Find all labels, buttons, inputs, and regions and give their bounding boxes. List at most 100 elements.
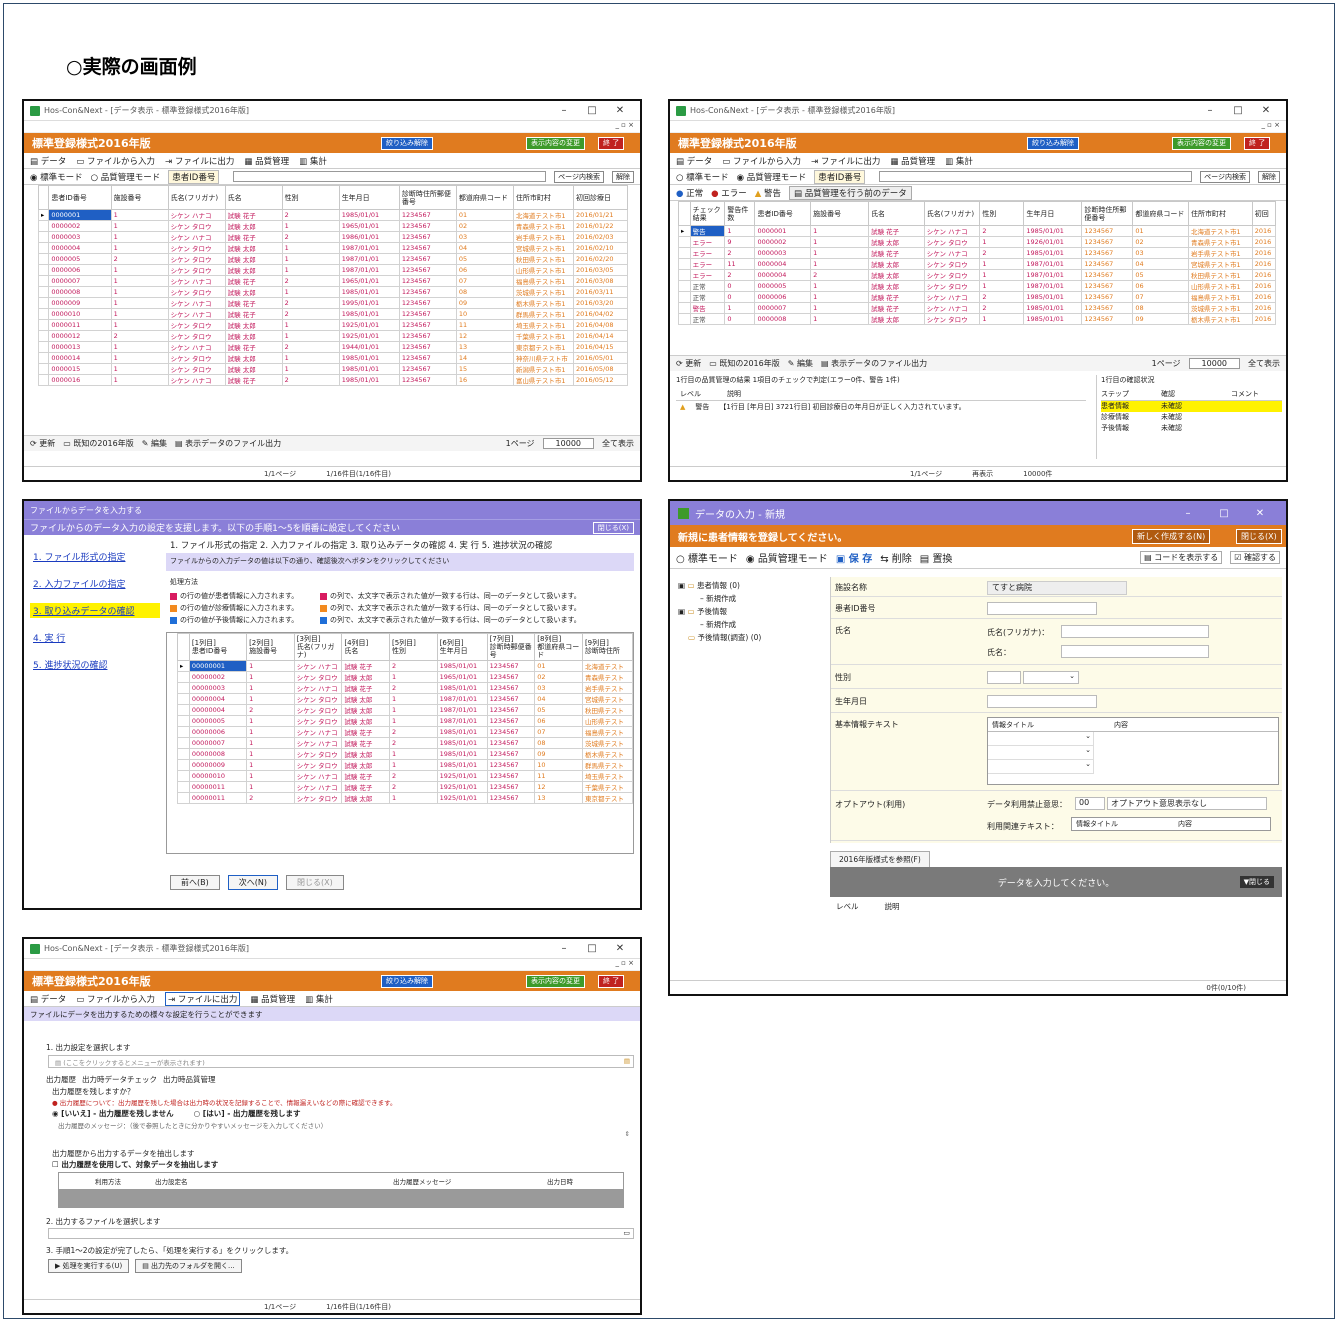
table-cell[interactable]: 1: [281, 363, 340, 375]
table-cell[interactable]: 2: [281, 275, 340, 287]
subtab-check[interactable]: 出力時データチェック: [82, 1074, 157, 1086]
table-row[interactable]: 0000005 2 シケン タロウ 試験 太郎 1 1987/01/01 1234567 05…: [37, 253, 628, 265]
column-header[interactable]: 性別: [979, 201, 1025, 226]
table-cell[interactable]: 1234567: [1081, 291, 1134, 303]
table-cell[interactable]: 0000016: [48, 374, 112, 386]
table-cell[interactable]: 0000002: [48, 220, 112, 232]
table-cell[interactable]: 0000009: [48, 297, 112, 309]
filter-error[interactable]: ● エラー: [711, 187, 747, 199]
minimize-icon[interactable]: –: [1170, 508, 1206, 519]
table-cell[interactable]: 0: [724, 291, 756, 303]
table-cell[interactable]: 00000001: [188, 660, 248, 672]
table-cell[interactable]: 1965/01/01: [338, 275, 400, 287]
column-header[interactable]: [7列目] 診断時郵便番号: [486, 633, 536, 661]
table-cell[interactable]: 2016/01/21: [573, 209, 628, 221]
table-cell[interactable]: 2: [281, 231, 340, 243]
table-row[interactable]: 0000014 1 シケン タロウ 試験 太郎 1 1985/01/01 1234567 14…: [37, 352, 628, 364]
table-cell[interactable]: 09: [455, 297, 514, 309]
table-cell[interactable]: 青森県テスト: [581, 671, 633, 683]
table-cell[interactable]: 01: [1132, 225, 1189, 237]
table-cell[interactable]: シケン タロウ: [293, 671, 343, 683]
table-cell[interactable]: 16: [455, 374, 514, 386]
standard-mode-radio[interactable]: ○ 標準モード: [676, 171, 729, 183]
table-cell[interactable]: 0000004: [754, 269, 812, 281]
table-cell[interactable]: 08: [1132, 302, 1189, 314]
filter-unchecked[interactable]: ▤ 品質管理を行う前のデータ: [789, 185, 912, 200]
table-cell[interactable]: シケン ハナコ: [293, 737, 343, 749]
table-cell[interactable]: 1: [389, 759, 438, 771]
table-cell[interactable]: 00000002: [188, 671, 248, 683]
table-cell[interactable]: 北海道テスト市1: [512, 209, 575, 221]
table-cell[interactable]: 埼玉県テスト: [581, 770, 633, 782]
column-header[interactable]: 性別: [281, 185, 340, 210]
table-cell[interactable]: シケン タロウ: [293, 693, 343, 705]
table-cell[interactable]: 試験 太郎: [224, 220, 283, 232]
next-button[interactable]: 次へ(N): [227, 875, 278, 890]
table-cell[interactable]: シケン ハナコ: [923, 247, 981, 259]
column-header[interactable]: 警告件数: [724, 201, 756, 226]
table-cell[interactable]: 1234567: [398, 242, 457, 254]
column-header[interactable]: 氏名: [868, 201, 925, 226]
column-header[interactable]: 診断時住所郵便番号: [398, 185, 457, 210]
table-cell[interactable]: 1: [979, 280, 1025, 292]
table-cell[interactable]: 栃木県テスト市1: [512, 297, 575, 309]
column-header[interactable]: 都道府県コード: [1132, 201, 1189, 226]
table-row[interactable]: 0000013 1 シケン ハナコ 試験 花子 2 1944/01/01 1234567 13…: [37, 341, 628, 353]
table-cell[interactable]: 2016: [1251, 247, 1277, 259]
nav-execute[interactable]: 4. 実 行: [30, 630, 160, 645]
table-cell[interactable]: 山形県テスト市1: [512, 264, 575, 276]
table-cell[interactable]: 2016/04/15: [573, 341, 628, 353]
browse-icon[interactable]: ▭: [623, 1229, 630, 1237]
table-cell[interactable]: 0: [724, 313, 756, 325]
table-cell[interactable]: 2: [389, 682, 438, 694]
tab-data[interactable]: ▤ データ: [676, 155, 712, 167]
tree-node-survey[interactable]: ▭ 予後情報(調査) (0): [678, 631, 828, 644]
output-file-input[interactable]: ▭: [48, 1228, 634, 1239]
table-cell[interactable]: 福島県テスト市1: [1187, 291, 1253, 303]
quality-mode-radio[interactable]: ◉ 品質管理モード: [746, 550, 828, 565]
table-cell[interactable]: 群馬県テスト: [581, 759, 633, 771]
table-cell[interactable]: 千葉県テスト: [581, 781, 633, 793]
table-cell[interactable]: 1: [246, 781, 295, 793]
table-cell[interactable]: 秋田県テスト市1: [512, 253, 575, 265]
table-cell[interactable]: エラー: [689, 269, 726, 281]
table-cell[interactable]: 警告: [689, 225, 726, 237]
table-cell[interactable]: 1987/01/01: [338, 242, 400, 254]
nav-file-format[interactable]: 1. ファイル形式の指定: [30, 549, 160, 564]
table-cell[interactable]: 1944/01/01: [338, 341, 400, 353]
table-cell[interactable]: シケン ハナコ: [293, 682, 343, 694]
table-cell[interactable]: 05: [1132, 269, 1189, 281]
nav-confirm-data[interactable]: 3. 取り込みデータの確認: [30, 603, 160, 618]
table-cell[interactable]: 1234567: [486, 770, 536, 782]
table-cell[interactable]: 1234567: [486, 759, 536, 771]
table-cell[interactable]: 1926/01/01: [1023, 236, 1083, 248]
minimize-icon[interactable]: –: [550, 105, 578, 116]
sex-code-input[interactable]: [987, 671, 1021, 684]
table-cell[interactable]: 試験 花子: [341, 682, 390, 694]
table-cell[interactable]: 03: [534, 682, 583, 694]
filter-normal[interactable]: ● 正常: [676, 187, 703, 199]
table-cell[interactable]: 2: [110, 253, 169, 265]
table-cell[interactable]: 01: [455, 209, 514, 221]
table-cell[interactable]: エラー: [689, 236, 726, 248]
maximize-icon[interactable]: □: [1224, 105, 1252, 116]
table-cell[interactable]: 1965/01/01: [436, 671, 488, 683]
table-cell[interactable]: シケン タロウ: [293, 759, 343, 771]
table-cell[interactable]: シケン ハナコ: [923, 302, 981, 314]
table-cell[interactable]: 1: [810, 302, 870, 314]
table-cell[interactable]: 試験 太郎: [341, 759, 390, 771]
table-cell[interactable]: 1: [810, 225, 870, 237]
filter-reset-button[interactable]: 絞り込み解除: [381, 136, 433, 150]
table-cell[interactable]: 1: [281, 319, 340, 331]
table-cell[interactable]: 0000003: [48, 231, 112, 243]
table-cell[interactable]: シケン タロウ: [167, 286, 226, 298]
table-cell[interactable]: 1925/01/01: [338, 319, 400, 331]
table-cell[interactable]: 2016/04/02: [573, 308, 628, 320]
table-cell[interactable]: 11: [534, 770, 583, 782]
table-cell[interactable]: 新潟県テスト市1: [512, 363, 575, 375]
table-cell[interactable]: 試験 太郎: [868, 269, 925, 281]
sex-select[interactable]: ⌄: [1023, 671, 1079, 684]
kana-input[interactable]: [1061, 625, 1209, 638]
table-cell[interactable]: 試験 太郎: [224, 363, 283, 375]
table-cell[interactable]: 03: [1132, 247, 1189, 259]
